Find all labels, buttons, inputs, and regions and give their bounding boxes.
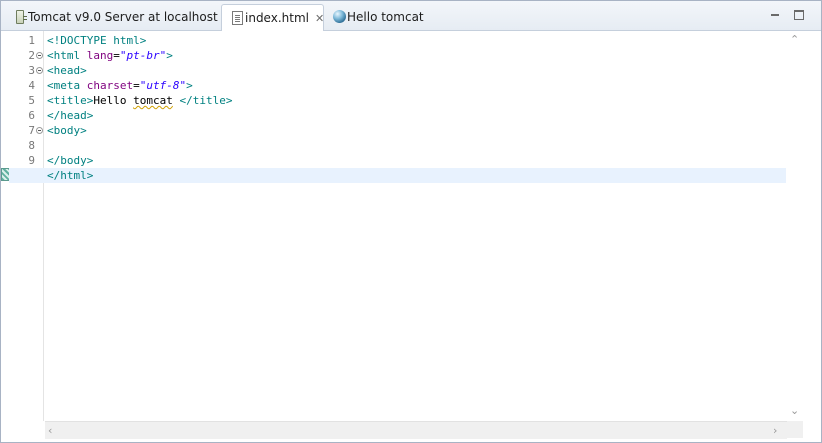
code-line-5: <title>Hello tomcat </title>	[47, 93, 787, 108]
tag-close: </title>	[179, 94, 233, 107]
tag: </head>	[47, 109, 94, 122]
tag-open: <html	[47, 49, 87, 62]
annotation-ruler	[1, 31, 12, 421]
fold-collapse-icon[interactable]	[36, 127, 43, 134]
tab-label: Hello tomcat	[347, 9, 424, 24]
line-number: 1	[28, 34, 35, 47]
line-number: 7	[28, 124, 35, 137]
scroll-right-icon[interactable]: ›	[773, 425, 777, 436]
tag: </body>	[47, 154, 94, 167]
tab-tomcat-server[interactable]: Tomcat v9.0 Server at localhost	[4, 4, 220, 29]
minimize-icon[interactable]	[769, 9, 781, 21]
code-line-3: <head>	[47, 63, 787, 78]
html-file-icon	[232, 11, 243, 25]
server-icon	[16, 9, 27, 24]
tag-open: <meta	[47, 79, 87, 92]
spelling-warning-text: tomcat	[133, 94, 173, 107]
doctype: <!DOCTYPE html>	[47, 34, 147, 47]
tag-open: <title>	[47, 94, 94, 107]
scrollbar-corner	[787, 421, 803, 438]
line-number-gutter: 1 2 3 4 5 6 7 8 9 10	[9, 31, 44, 421]
line-number: 6	[28, 109, 35, 122]
line-number: 2	[28, 49, 35, 62]
tag: </html>	[47, 169, 94, 182]
line-number: 9	[28, 154, 35, 167]
tab-label: Tomcat v9.0 Server at localhost	[28, 9, 218, 24]
code-line-4: <meta charset="utf-8">	[47, 78, 787, 93]
equals: =	[133, 79, 140, 92]
code-editor[interactable]: 1 2 3 4 5 6 7 8 9 10 <!DOCTYPE html> <ht…	[1, 31, 803, 421]
code-line-9: </body>	[47, 153, 787, 168]
tab-label: index.html	[245, 11, 309, 25]
tag: <body>	[47, 124, 87, 137]
line-number: 5	[28, 94, 35, 107]
tag: <head>	[47, 64, 87, 77]
close-icon[interactable]: ✕	[315, 13, 324, 24]
scroll-down-icon[interactable]: ⌄	[790, 405, 799, 416]
fold-collapse-icon[interactable]	[36, 67, 43, 74]
attribute-name: charset	[86, 79, 134, 92]
editor-window: Tomcat v9.0 Server at localhost index.ht…	[0, 0, 822, 443]
line-number: 4	[28, 79, 35, 92]
code-line-10-current: </html>	[9, 168, 786, 183]
tab-hello-tomcat[interactable]: Hello tomcat	[324, 4, 434, 29]
fold-collapse-icon[interactable]	[36, 52, 43, 59]
line-number: 8	[28, 139, 35, 152]
code-area[interactable]: <!DOCTYPE html> <html lang="pt-br"> <hea…	[9, 31, 803, 421]
attribute-value: "pt-br"	[119, 49, 167, 62]
code-line-7: <body>	[47, 123, 787, 138]
horizontal-scrollbar[interactable]: ‹ ›	[45, 421, 787, 439]
tab-index-html[interactable]: index.html ✕	[221, 4, 324, 31]
text-content: Hello	[93, 94, 134, 107]
code-line-6: </head>	[47, 108, 787, 123]
equals: =	[113, 49, 120, 62]
scroll-left-icon[interactable]: ‹	[48, 425, 52, 436]
tag-close: >	[166, 49, 173, 62]
attribute-name: lang	[86, 49, 114, 62]
line-number: 3	[28, 64, 35, 77]
tag-close: >	[186, 79, 193, 92]
globe-icon	[333, 10, 346, 23]
code-line-1: <!DOCTYPE html>	[47, 33, 787, 48]
scroll-up-icon[interactable]: ⌃	[790, 34, 799, 45]
code-line-2: <html lang="pt-br">	[47, 48, 787, 63]
attribute-value: "utf-8"	[139, 79, 187, 92]
vertical-scrollbar[interactable]: ⌃ ⌄	[787, 31, 803, 421]
tab-bar: Tomcat v9.0 Server at localhost index.ht…	[1, 1, 821, 31]
maximize-icon[interactable]	[793, 9, 805, 21]
